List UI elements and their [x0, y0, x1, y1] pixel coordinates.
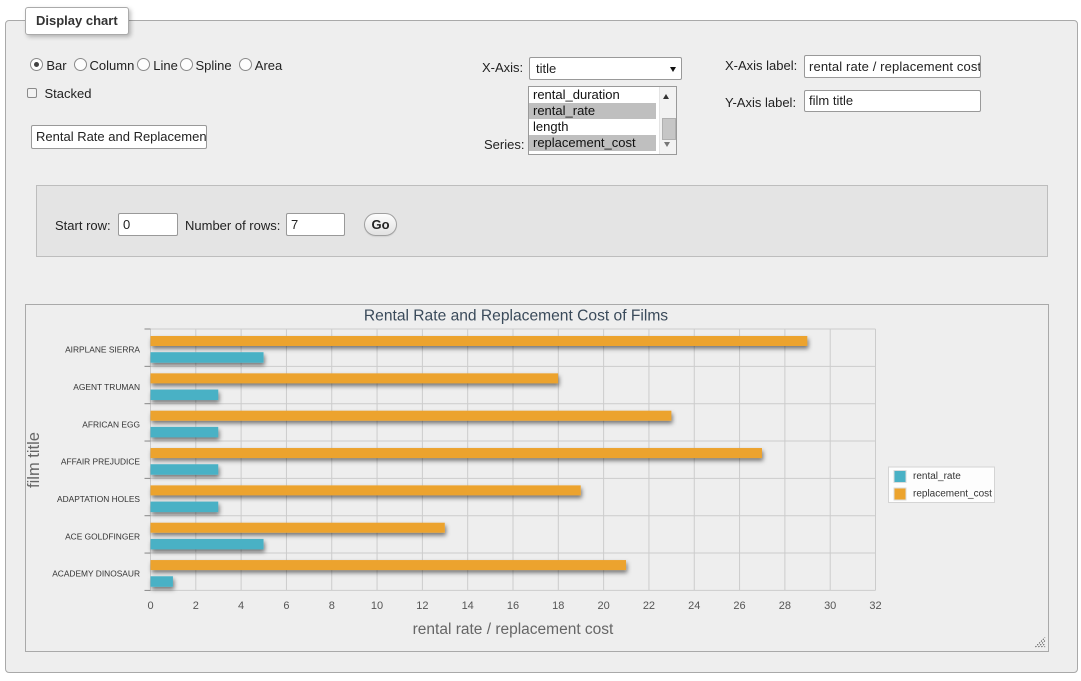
svg-text:2: 2 — [193, 600, 199, 612]
svg-text:replacement_cost: replacement_cost — [913, 489, 992, 500]
svg-text:18: 18 — [552, 600, 564, 612]
svg-text:24: 24 — [688, 600, 700, 612]
svg-text:ADAPTATION HOLES: ADAPTATION HOLES — [57, 494, 140, 504]
svg-text:12: 12 — [416, 600, 428, 612]
svg-text:26: 26 — [733, 600, 745, 612]
svg-text:20: 20 — [597, 600, 609, 612]
svg-text:30: 30 — [824, 600, 836, 612]
svg-text:10: 10 — [371, 600, 383, 612]
svg-text:32: 32 — [869, 600, 881, 612]
svg-text:16: 16 — [507, 600, 519, 612]
svg-text:4: 4 — [238, 600, 244, 612]
svg-text:22: 22 — [643, 600, 655, 612]
svg-text:28: 28 — [779, 600, 791, 612]
svg-text:rental_rate: rental_rate — [913, 471, 961, 482]
svg-text:AIRPLANE SIERRA: AIRPLANE SIERRA — [65, 345, 140, 355]
svg-text:AGENT TRUMAN: AGENT TRUMAN — [73, 382, 140, 392]
svg-text:rental rate / replacement cost: rental rate / replacement cost — [413, 621, 614, 638]
svg-text:AFRICAN EGG: AFRICAN EGG — [82, 419, 140, 429]
svg-text:8: 8 — [329, 600, 335, 612]
svg-text:ACADEMY DINOSAUR: ACADEMY DINOSAUR — [52, 569, 140, 579]
svg-text:Rental Rate and Replacement Co: Rental Rate and Replacement Cost of Film… — [364, 308, 668, 325]
svg-text:0: 0 — [147, 600, 153, 612]
svg-text:ACE GOLDFINGER: ACE GOLDFINGER — [65, 531, 140, 541]
svg-text:6: 6 — [283, 600, 289, 612]
svg-text:AFFAIR PREJUDICE: AFFAIR PREJUDICE — [61, 457, 141, 467]
svg-text:14: 14 — [462, 600, 474, 612]
svg-text:film title: film title — [26, 432, 43, 488]
